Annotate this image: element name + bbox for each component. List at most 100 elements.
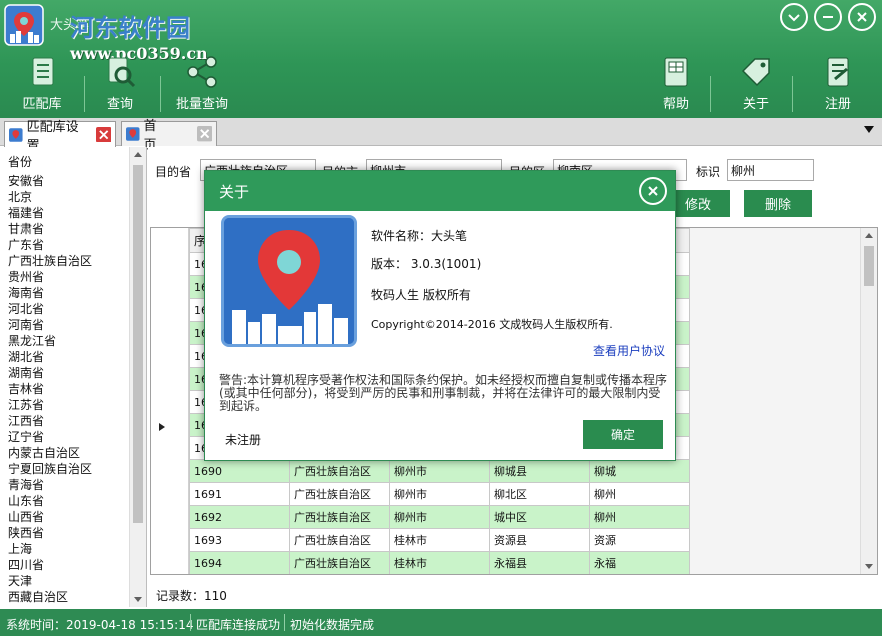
table-cell[interactable]: 城中区 xyxy=(489,505,590,529)
province-list-item[interactable]: 宁夏回族自治区 xyxy=(8,461,128,477)
table-cell[interactable]: 柳城县 xyxy=(489,459,590,483)
province-list-item[interactable]: 广西壮族自治区 xyxy=(8,253,128,269)
close-icon xyxy=(95,126,112,143)
table-cell[interactable]: 柳州 xyxy=(589,505,690,529)
province-list-item[interactable]: 甘肃省 xyxy=(8,221,128,237)
register-button[interactable]: 注册 xyxy=(818,54,858,112)
table-cell[interactable]: 1692 xyxy=(189,505,290,529)
dialog-close-button[interactable] xyxy=(639,177,667,205)
user-agreement-link[interactable]: 查看用户协议 xyxy=(593,342,665,359)
about-button[interactable]: 关于 xyxy=(736,54,776,112)
province-list-item[interactable]: 黑龙江省 xyxy=(8,333,128,349)
delete-button[interactable]: 删除 xyxy=(744,190,812,217)
record-count-label: 记录数： xyxy=(156,589,205,603)
province-list-item[interactable]: 内蒙古自治区 xyxy=(8,445,128,461)
table-row[interactable]: 1691 广西壮族自治区 柳州市 柳北区 柳州 xyxy=(189,482,690,506)
table-row[interactable]: 1690 广西壮族自治区 柳州市 柳城县 柳城 xyxy=(189,459,690,483)
close-button[interactable] xyxy=(848,3,876,31)
share-network-icon xyxy=(187,56,217,88)
tab-close-button[interactable] xyxy=(95,126,112,143)
minimize-button[interactable] xyxy=(814,3,842,31)
table-cell[interactable]: 柳北区 xyxy=(489,482,590,506)
province-list-item[interactable]: 陕西省 xyxy=(8,525,128,541)
province-list-item[interactable]: 江西省 xyxy=(8,413,128,429)
table-cell[interactable]: 广西壮族自治区 xyxy=(289,505,390,529)
tab-close-button[interactable] xyxy=(196,126,212,142)
table-row[interactable]: 1694 广西壮族自治区 桂林市 永福县 永福 xyxy=(189,551,690,574)
scroll-thumb[interactable] xyxy=(133,165,143,523)
table-cell[interactable]: 柳州市 xyxy=(389,482,490,506)
scroll-up-icon[interactable] xyxy=(865,233,873,238)
help-button[interactable]: 帮助 xyxy=(656,54,696,112)
table-cell[interactable]: 桂林市 xyxy=(389,528,490,552)
province-list-item[interactable]: 辽宁省 xyxy=(8,429,128,445)
scroll-up-icon[interactable] xyxy=(134,152,142,157)
table-row[interactable]: 1693 广西壮族自治区 桂林市 资源县 资源 xyxy=(189,528,690,552)
table-cell[interactable]: 1691 xyxy=(189,482,290,506)
tab-match-library-settings[interactable]: 匹配库设置 xyxy=(4,120,116,154)
province-list-item[interactable]: 江苏省 xyxy=(8,397,128,413)
table-cell[interactable]: 资源县 xyxy=(489,528,590,552)
tag-input[interactable] xyxy=(727,159,814,181)
toolbar-divider xyxy=(710,76,711,112)
table-cell[interactable]: 1694 xyxy=(189,551,290,574)
table-cell[interactable]: 资源 xyxy=(589,528,690,552)
province-list-item[interactable]: 贵州省 xyxy=(8,269,128,285)
tab-home[interactable]: 首页 xyxy=(121,119,217,153)
province-list-item[interactable]: 吉林省 xyxy=(8,381,128,397)
scroll-down-icon[interactable] xyxy=(134,597,142,602)
query-label: 查询 xyxy=(106,97,133,112)
province-list-item[interactable]: 河南省 xyxy=(8,317,128,333)
province-header: 省份 xyxy=(8,155,33,169)
table-cell[interactable]: 永福县 xyxy=(489,551,590,574)
province-list-item[interactable]: 海南省 xyxy=(8,285,128,301)
ok-button[interactable]: 确定 xyxy=(583,420,663,449)
table-cell[interactable]: 1690 xyxy=(189,459,290,483)
tab-strip: 匹配库设置 首页 xyxy=(0,118,882,154)
province-list-item[interactable]: 山东省 xyxy=(8,493,128,509)
tab-list-dropdown-icon[interactable] xyxy=(864,126,874,133)
province-list-item[interactable]: 西藏自治区 xyxy=(8,589,128,605)
batch-query-label: 批量查询 xyxy=(175,97,228,112)
about-label: 关于 xyxy=(742,97,769,112)
province-list-item[interactable]: 上海 xyxy=(8,541,128,557)
province-list-item[interactable]: 安徽省 xyxy=(8,173,128,189)
province-scrollbar[interactable] xyxy=(129,147,146,607)
province-list-item[interactable]: 山西省 xyxy=(8,509,128,525)
province-list-item[interactable]: 福建省 xyxy=(8,205,128,221)
table-cell[interactable]: 广西壮族自治区 xyxy=(289,528,390,552)
table-cell[interactable]: 柳州市 xyxy=(389,459,490,483)
province-list-item[interactable]: 青海省 xyxy=(8,477,128,493)
match-library-button[interactable]: 匹配库 xyxy=(20,54,64,112)
scroll-thumb[interactable] xyxy=(864,246,874,286)
province-list-item[interactable]: 天津 xyxy=(8,573,128,589)
about-dialog: 关于 软件名称：大头笔 版本： 3.0.3(1001) 牧码人生 版权所有 Co… xyxy=(204,170,676,461)
province-list-item[interactable]: 北京 xyxy=(8,189,128,205)
scroll-down-icon[interactable] xyxy=(865,564,873,569)
table-cell[interactable]: 永福 xyxy=(589,551,690,574)
status-bar: 系统时间：2019-04-18 15:15:14 匹配库连接成功 初始化数据完成 xyxy=(0,609,882,636)
province-list-item[interactable]: 湖南省 xyxy=(8,365,128,381)
collapse-button[interactable] xyxy=(780,3,808,31)
close-icon xyxy=(196,126,212,142)
table-row[interactable]: 1692 广西壮族自治区 柳州市 城中区 柳州 xyxy=(189,505,690,529)
tag-icon xyxy=(741,58,770,87)
table-cell[interactable]: 桂林市 xyxy=(389,551,490,574)
table-cell[interactable]: 柳州市 xyxy=(389,505,490,529)
batch-query-button[interactable]: 批量查询 xyxy=(174,54,230,112)
dialog-title: 关于 xyxy=(219,183,250,201)
province-list-item[interactable]: 湖北省 xyxy=(8,349,128,365)
province-list-item[interactable]: 河北省 xyxy=(8,301,128,317)
query-button[interactable]: 查询 xyxy=(100,54,140,112)
province-list-item[interactable]: 四川省 xyxy=(8,557,128,573)
province-list-item[interactable]: 广东省 xyxy=(8,237,128,253)
table-cell[interactable]: 柳城 xyxy=(589,459,690,483)
table-cell[interactable]: 柳州 xyxy=(589,482,690,506)
table-cell[interactable]: 广西壮族自治区 xyxy=(289,551,390,574)
table-cell[interactable]: 广西壮族自治区 xyxy=(289,459,390,483)
table-cell[interactable]: 1693 xyxy=(189,528,290,552)
grid-scrollbar[interactable] xyxy=(860,228,877,574)
table-cell[interactable]: 广西壮族自治区 xyxy=(289,482,390,506)
province-label: 目的省 xyxy=(155,165,192,179)
system-time-label: 系统时间： xyxy=(6,618,67,632)
